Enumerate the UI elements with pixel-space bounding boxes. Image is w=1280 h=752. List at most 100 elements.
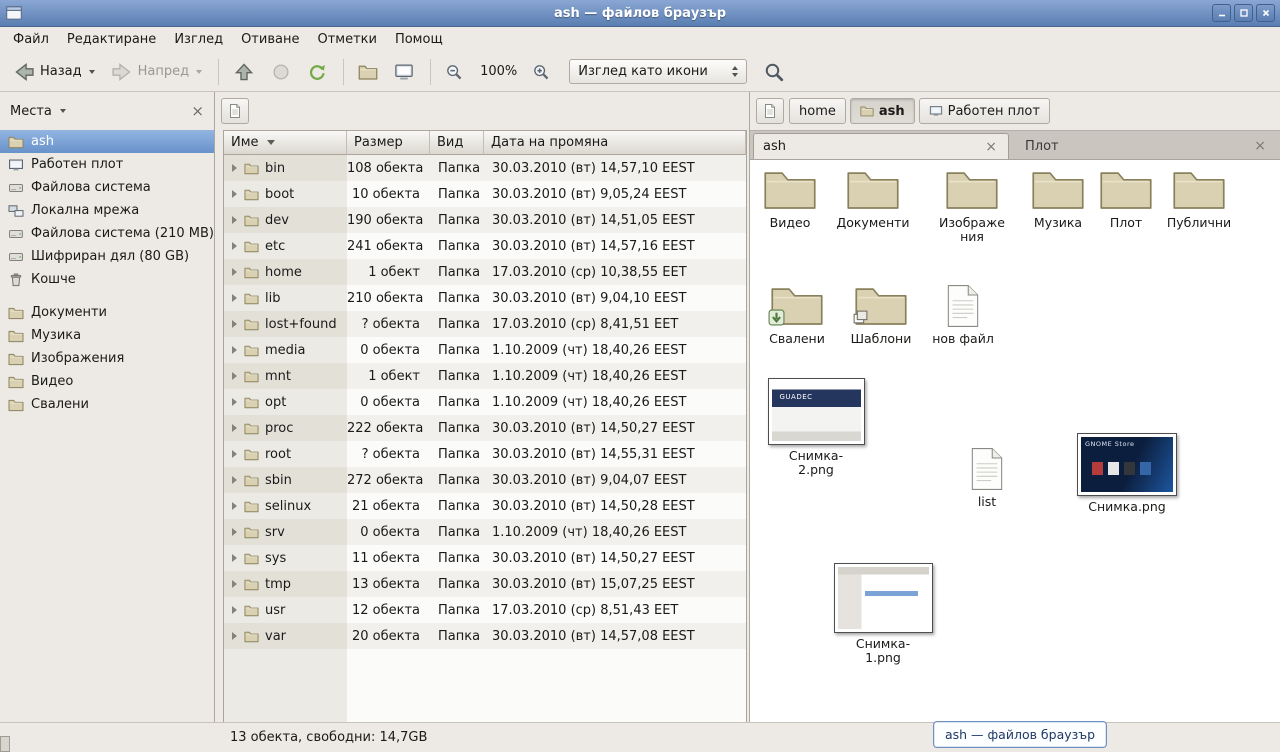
icon-item-1[interactable]: Документи <box>835 168 911 230</box>
expander-icon[interactable] <box>232 268 237 276</box>
icon-item-8[interactable]: нов файл <box>927 284 999 346</box>
places-dropdown-icon[interactable] <box>60 109 66 113</box>
table-row-root[interactable]: root? обектаПапка30.03.2010 (вт) 14,55,3… <box>224 441 746 467</box>
icon-item-5[interactable]: Публични <box>1163 168 1235 230</box>
tab-1[interactable]: Плот× <box>1009 133 1280 159</box>
expander-icon[interactable] <box>232 580 237 588</box>
expander-icon[interactable] <box>232 190 237 198</box>
window-menu-icon[interactable] <box>5 4 23 22</box>
table-row-boot[interactable]: boot10 обектаПапка30.03.2010 (вт) 9,05,2… <box>224 181 746 207</box>
minimize-button[interactable] <box>1212 4 1231 22</box>
sidebar-item-5[interactable]: Шифриран дял (80 GB) <box>0 245 214 268</box>
expander-icon[interactable] <box>232 502 237 510</box>
table-row-dev[interactable]: dev190 обектаПапка30.03.2010 (вт) 14,51,… <box>224 207 746 233</box>
icon-item-6[interactable]: Свалени <box>761 284 833 346</box>
table-row-lib[interactable]: lib210 обектаПапка30.03.2010 (вт) 9,04,1… <box>224 285 746 311</box>
expander-icon[interactable] <box>232 398 237 406</box>
table-row-usr[interactable]: usr12 обектаПапка17.03.2010 (ср) 8,51,43… <box>224 597 746 623</box>
menubar-item-1[interactable]: Редактиране <box>58 29 165 50</box>
menubar-item-3[interactable]: Отиване <box>232 29 308 50</box>
menubar-item-2[interactable]: Изглед <box>165 29 232 50</box>
expander-icon[interactable] <box>232 164 237 172</box>
expander-icon[interactable] <box>232 606 237 614</box>
expander-icon[interactable] <box>232 450 237 458</box>
tab-0[interactable]: ash× <box>753 133 1009 159</box>
stop-button[interactable] <box>264 58 298 86</box>
expander-icon[interactable] <box>232 372 237 380</box>
expander-icon[interactable] <box>232 294 237 302</box>
expander-icon[interactable] <box>232 216 237 224</box>
icon-item-2[interactable]: Изображения <box>930 168 1014 245</box>
table-row-proc[interactable]: proc222 обектаПапка30.03.2010 (вт) 14,50… <box>224 415 746 441</box>
menubar-item-5[interactable]: Помощ <box>386 29 452 50</box>
icon-item-0[interactable]: Видео <box>756 168 824 230</box>
table-row-bin[interactable]: bin108 обектаПапка30.03.2010 (вт) 14,57,… <box>224 155 746 181</box>
tab-close-icon[interactable]: × <box>983 140 999 154</box>
path-button-1[interactable]: ash <box>850 98 915 124</box>
table-row-mnt[interactable]: mnt1 обектПапка1.10.2009 (чт) 18,40,26 E… <box>224 363 746 389</box>
search-button[interactable] <box>757 58 791 86</box>
table-row-home[interactable]: home1 обектПапка17.03.2010 (ср) 10,38,55… <box>224 259 746 285</box>
sidebar-item-10[interactable]: Видео <box>0 370 214 393</box>
table-row-sbin[interactable]: sbin272 обектаПапка30.03.2010 (вт) 9,04,… <box>224 467 746 493</box>
table-row-selinux[interactable]: selinux21 обектаПапка30.03.2010 (вт) 14,… <box>224 493 746 519</box>
titlebar[interactable]: ash — файлов браузър <box>0 0 1280 27</box>
table-row-var[interactable]: var20 обектаПапка30.03.2010 (вт) 14,57,0… <box>224 623 746 649</box>
sidebar-item-2[interactable]: Файлова система <box>0 176 214 199</box>
icon-item-9[interactable]: GUADECСнимка-2.png <box>764 378 868 478</box>
places-title[interactable]: Места <box>10 104 52 119</box>
table-row-lost+found[interactable]: lost+found? обектаПапка17.03.2010 (ср) 8… <box>224 311 746 337</box>
table-row-tmp[interactable]: tmp13 обектаПапка30.03.2010 (вт) 15,07,2… <box>224 571 746 597</box>
path-button-0[interactable]: home <box>789 98 846 124</box>
menubar-item-4[interactable]: Отметки <box>308 29 385 50</box>
table-row-etc[interactable]: etc241 обектаПапка30.03.2010 (вт) 14,57,… <box>224 233 746 259</box>
path-button-2[interactable]: Работен плот <box>919 98 1050 124</box>
close-button[interactable] <box>1256 4 1275 22</box>
back-button[interactable]: Назад <box>6 57 102 87</box>
sidebar-item-3[interactable]: Локална мрежа <box>0 199 214 222</box>
sidebar-item-7[interactable]: Документи <box>0 301 214 324</box>
home-button[interactable] <box>351 58 385 86</box>
icon-item-12[interactable]: Снимка-1.png <box>831 563 935 666</box>
reload-button[interactable] <box>300 58 334 86</box>
zoom-in-button[interactable] <box>525 59 557 85</box>
column-header-3[interactable]: Дата на промяна <box>484 131 746 155</box>
expander-icon[interactable] <box>232 476 237 484</box>
maximize-button[interactable] <box>1234 4 1253 22</box>
sidebar-item-0[interactable]: ash <box>0 130 214 153</box>
view-mode-select[interactable]: Изглед като икони <box>569 59 747 84</box>
computer-button[interactable] <box>387 58 421 86</box>
icon-item-3[interactable]: Музика <box>1026 168 1090 230</box>
forward-button[interactable]: Напред <box>104 57 209 87</box>
tree-pane-location-button[interactable] <box>221 98 249 124</box>
sidebar-item-1[interactable]: Работен плот <box>0 153 214 176</box>
icon-item-7[interactable]: Шаблони <box>845 284 917 346</box>
icon-pane-location-button[interactable] <box>756 98 784 124</box>
icon-item-4[interactable]: Плот <box>1098 168 1154 230</box>
expander-icon[interactable] <box>232 528 237 536</box>
sidebar-item-8[interactable]: Музика <box>0 324 214 347</box>
expander-icon[interactable] <box>232 346 237 354</box>
column-header-1[interactable]: Размер <box>347 131 430 155</box>
back-dropdown-icon[interactable] <box>89 70 95 74</box>
up-button[interactable] <box>226 57 262 87</box>
sidebar-item-9[interactable]: Изображения <box>0 347 214 370</box>
menubar-item-0[interactable]: Файл <box>4 29 58 50</box>
icon-item-11[interactable]: GNOME StoreСнимка.png <box>1075 433 1179 514</box>
icon-view[interactable]: ВидеоДокументи ИзображенияМузикаПлотПубли… <box>750 160 1280 722</box>
table-row-opt[interactable]: opt0 обектаПапка1.10.2009 (чт) 18,40,26 … <box>224 389 746 415</box>
expander-icon[interactable] <box>232 320 237 328</box>
expander-icon[interactable] <box>232 242 237 250</box>
column-header-0[interactable]: Име <box>224 131 347 155</box>
tab-close-icon[interactable]: × <box>1252 139 1268 153</box>
column-header-2[interactable]: Вид <box>430 131 484 155</box>
sidebar-item-6[interactable]: Кошче <box>0 268 214 291</box>
icon-item-10[interactable]: list <box>951 447 1023 509</box>
zoom-out-button[interactable] <box>438 59 470 85</box>
expander-icon[interactable] <box>232 632 237 640</box>
sidebar-item-11[interactable]: Свалени <box>0 393 214 416</box>
table-row-media[interactable]: media0 обектаПапка1.10.2009 (чт) 18,40,2… <box>224 337 746 363</box>
sidebar-item-4[interactable]: Файлова система (210 MB) <box>0 222 214 245</box>
sidebar-close-icon[interactable]: × <box>191 104 204 119</box>
expander-icon[interactable] <box>232 554 237 562</box>
